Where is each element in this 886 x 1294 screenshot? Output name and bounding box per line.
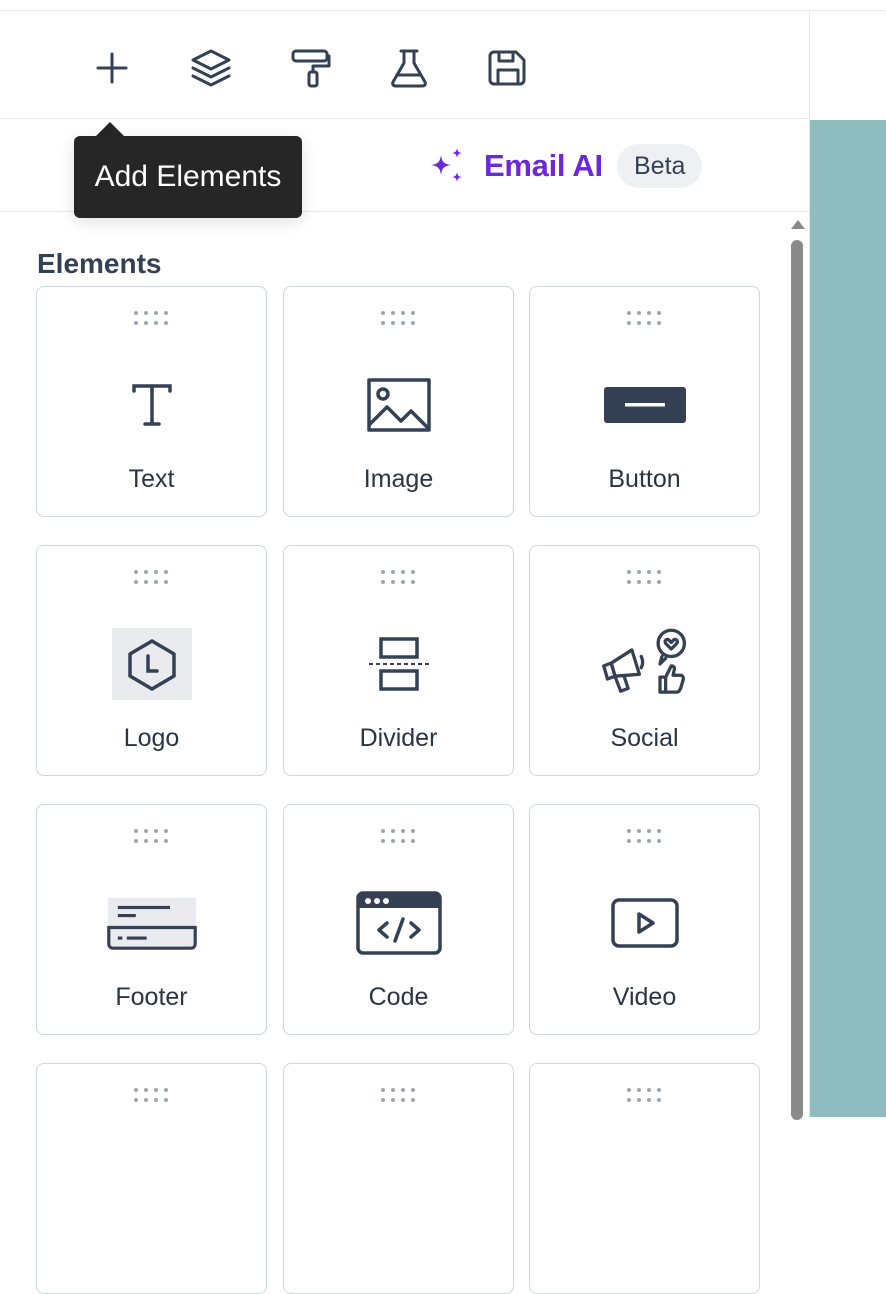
test-button[interactable] (385, 44, 433, 92)
paint-roller-icon (291, 49, 331, 88)
element-label: Text (128, 465, 175, 493)
layers-button[interactable] (187, 44, 235, 92)
element-card-social[interactable]: Social (529, 545, 760, 776)
scrollbar-thumb[interactable] (791, 240, 803, 1120)
email-ai-button[interactable]: Email AI (428, 146, 603, 186)
element-card-footer[interactable]: Footer (36, 804, 267, 1035)
scroll-up-arrow-icon[interactable] (791, 220, 805, 229)
layers-icon (191, 49, 231, 87)
drag-handle-icon[interactable] (625, 1086, 665, 1104)
styles-button[interactable] (287, 44, 335, 92)
drag-handle-icon[interactable] (132, 309, 172, 327)
sidebar-toolbar (0, 11, 809, 119)
button-icon (600, 365, 690, 445)
element-card-button[interactable]: Button (529, 286, 760, 517)
video-icon (600, 883, 690, 963)
save-icon (488, 50, 526, 86)
divider-icon (354, 624, 444, 704)
plus-icon (96, 52, 128, 84)
drag-handle-icon[interactable] (379, 309, 419, 327)
element-label: Footer (115, 983, 188, 1011)
element-card-image[interactable]: Image (283, 286, 514, 517)
element-card-partial[interactable] (529, 1063, 760, 1294)
text-icon (107, 365, 197, 445)
scrollbar[interactable] (789, 216, 805, 1120)
element-card-divider[interactable]: Divider (283, 545, 514, 776)
drag-handle-icon[interactable] (625, 827, 665, 845)
element-label: Image (363, 465, 434, 493)
drag-handle-icon[interactable] (379, 568, 419, 586)
add-elements-tooltip: Add Elements (74, 136, 302, 218)
drag-handle-icon[interactable] (132, 1086, 172, 1104)
drag-handle-icon[interactable] (625, 568, 665, 586)
drag-handle-icon[interactable] (379, 827, 419, 845)
element-label: Social (610, 724, 679, 752)
social-icon (600, 624, 690, 704)
email-canvas-preview[interactable] (810, 120, 886, 1117)
element-label: Code (368, 983, 429, 1011)
flask-icon (391, 49, 427, 88)
element-card-partial[interactable] (36, 1063, 267, 1294)
drag-handle-icon[interactable] (625, 309, 665, 327)
footer-icon (106, 883, 197, 963)
element-label: Logo (123, 724, 180, 752)
element-label: Divider (359, 724, 438, 752)
add-elements-button[interactable] (88, 44, 136, 92)
code-icon (354, 883, 444, 963)
element-card-logo[interactable]: Logo (36, 545, 267, 776)
element-card-text[interactable]: Text (36, 286, 267, 517)
save-button[interactable] (484, 44, 532, 92)
drag-handle-icon[interactable] (379, 1086, 419, 1104)
drag-handle-icon[interactable] (132, 568, 172, 586)
beta-badge: Beta (617, 144, 703, 188)
element-label: Video (612, 983, 677, 1011)
image-icon (354, 365, 444, 445)
tooltip-arrow (96, 122, 124, 136)
element-card-video[interactable]: Video (529, 804, 760, 1035)
sparkles-icon (431, 148, 462, 182)
email-ai-label: Email AI (484, 148, 603, 183)
logo-icon (107, 624, 197, 704)
element-label: Button (608, 465, 681, 493)
element-card-partial[interactable] (283, 1063, 514, 1294)
element-card-code[interactable]: Code (283, 804, 514, 1035)
elements-section-title: Elements (37, 248, 162, 279)
drag-handle-icon[interactable] (132, 827, 172, 845)
